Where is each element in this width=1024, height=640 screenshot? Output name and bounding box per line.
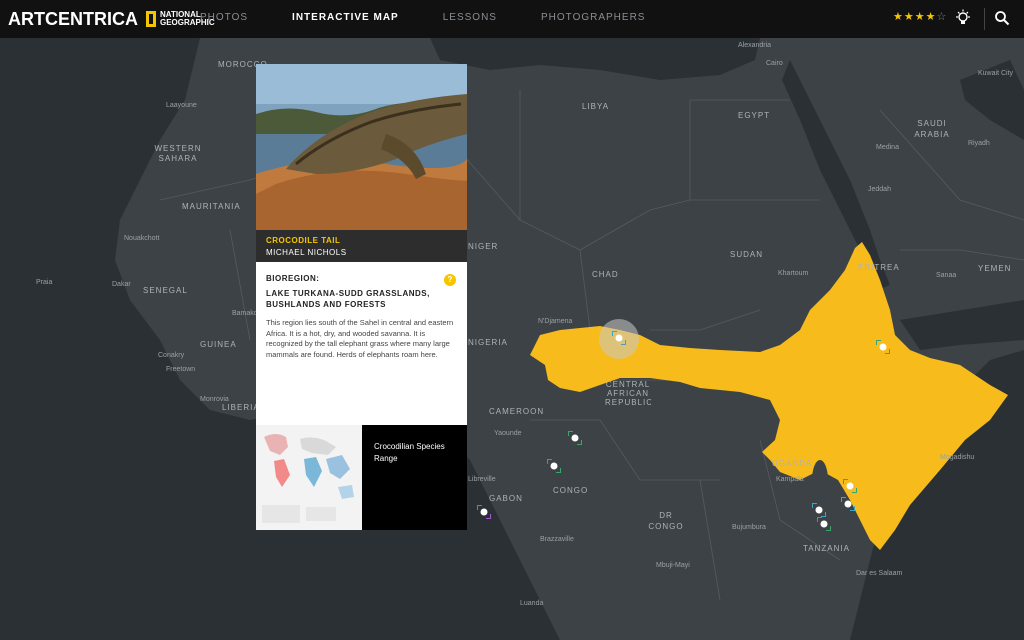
map-label-tanzania: TANZANIA: [803, 544, 850, 553]
city-dar-es-salaam: Dar es Salaam: [856, 570, 903, 577]
map-pin[interactable]: [547, 459, 561, 473]
nav-lessons[interactable]: LESSONS: [443, 12, 497, 23]
city-libreville: Libreville: [468, 476, 496, 483]
map-canvas: [0, 38, 1024, 640]
city-jeddah: Jeddah: [868, 186, 891, 193]
city-riyadh: Riyadh: [968, 140, 990, 147]
city-medina: Medina: [876, 144, 899, 151]
city-conakry: Conakry: [158, 352, 185, 359]
bioregion-label: BIOREGION:: [266, 274, 320, 283]
map-label-sudan: SUDAN: [730, 250, 764, 259]
city-freetown: Freetown: [166, 366, 196, 373]
map-pin[interactable]: [477, 505, 491, 519]
map-label-western-sahara: WESTERN SAHARA: [154, 144, 202, 163]
map-label-mauritania: MAURITANIA: [182, 202, 241, 211]
top-navigation-bar: ARTCENTRICA NATIONAL GEOGRAPHIC PHOTOS I…: [0, 0, 1024, 38]
bioregion-description: This region lies south of the Sahel in c…: [266, 318, 454, 359]
city-praia: Praia: [36, 279, 53, 286]
map-label-uganda: UGANDA: [772, 459, 813, 468]
help-icon[interactable]: ?: [444, 274, 456, 286]
species-range-map-thumbnail[interactable]: [256, 425, 362, 530]
map-label-cameroon: CAMEROON: [489, 407, 545, 416]
city-kampala: Kampala: [776, 476, 804, 483]
photo-title: CROCODILE TAIL: [266, 236, 341, 245]
city-yaounde: Yaounde: [494, 430, 522, 437]
city-laayoune: Laayoune: [166, 102, 197, 109]
artcentrica-logo[interactable]: ARTCENTRICA NATIONAL GEOGRAPHIC: [8, 8, 224, 30]
map-label-gabon: GABON: [489, 494, 523, 503]
city-dakar: Dakar: [112, 281, 131, 288]
search-icon[interactable]: [994, 10, 1010, 26]
city-monrovia: Monrovia: [200, 396, 229, 403]
nav-photographers[interactable]: PHOTOGRAPHERS: [541, 12, 646, 23]
interactive-map[interactable]: MOROCCO WESTERN SAHARA MAURITANIA SENEGA…: [0, 38, 1024, 640]
main-nav: PHOTOS INTERACTIVE MAP LESSONS PHOTOGRAP…: [200, 12, 689, 23]
map-label-eritrea: ERITREA: [858, 263, 900, 272]
crocodile-photo[interactable]: [256, 64, 467, 230]
nav-interactive-map[interactable]: INTERACTIVE MAP: [292, 12, 399, 23]
info-card: CROCODILE TAIL MICHAEL NICHOLS BIOREGION…: [256, 64, 467, 530]
lightbulb-icon[interactable]: [955, 9, 971, 27]
map-label-chad: CHAD: [592, 270, 619, 279]
natgeo-frame-icon: [146, 11, 156, 27]
city-ndjamena: N'Djamena: [538, 318, 573, 325]
bioregion-name: LAKE TURKANA-SUDD GRASSLANDS, BUSHLANDS …: [266, 289, 430, 309]
map-label-congo: CONGO: [553, 486, 589, 495]
map-label-libya: LIBYA: [582, 102, 610, 111]
thumbnail-title: Crocodilian Species Range: [374, 442, 445, 463]
map-label-senegal: SENEGAL: [143, 286, 188, 295]
map-pin[interactable]: [843, 479, 857, 493]
map-label-niger: NIGER: [468, 242, 499, 251]
map-label-saudi-arabia: SAUDI ARABIA: [914, 119, 950, 139]
logo-text: ARTCENTRICA: [8, 8, 138, 29]
rating-filled: ★★★★: [893, 11, 937, 23]
map-label-liberia: LIBERIA: [222, 403, 260, 412]
map-pin[interactable]: [817, 517, 831, 531]
rating-empty: ☆: [936, 11, 948, 23]
city-sanaa: Sanaa: [936, 272, 957, 279]
city-khartoum: Khartoum: [778, 270, 809, 277]
city-kuwait: Kuwait City: [978, 70, 1014, 77]
photographer-name: MICHAEL NICHOLS: [266, 248, 347, 257]
city-mogadishu: Mogadishu: [940, 454, 975, 461]
map-label-guinea: GUINEA: [200, 340, 237, 349]
city-nouakchott: Nouakchott: [124, 235, 160, 242]
map-label-nigeria: NIGERIA: [468, 338, 508, 347]
map-pin[interactable]: [841, 497, 855, 511]
map-label-car: CENTRAL AFRICAN REPUBLIC: [605, 380, 651, 407]
city-alexandria: Alexandria: [738, 42, 772, 49]
map-pin[interactable]: [568, 431, 582, 445]
city-bujumbura: Bujumbura: [732, 524, 766, 531]
header-divider: [984, 8, 985, 30]
map-pin-selected[interactable]: [612, 331, 626, 345]
nav-photos[interactable]: PHOTOS: [200, 12, 248, 23]
map-pin[interactable]: [812, 503, 826, 517]
map-label-dr-congo: DR CONGO: [648, 511, 684, 531]
city-bamako: Bamako: [232, 310, 258, 317]
photo-caption: CROCODILE TAIL MICHAEL NICHOLS: [256, 230, 467, 262]
thumbnail-label-panel[interactable]: Crocodilian Species Range: [362, 425, 467, 530]
city-cairo: Cairo: [766, 60, 783, 67]
rating-stars[interactable]: ★★★★☆: [893, 10, 947, 23]
city-luanda: Luanda: [520, 600, 544, 607]
city-mbuji-mayi: Mbuji-Mayi: [656, 562, 690, 569]
map-label-egypt: EGYPT: [738, 111, 771, 120]
map-label-yemen: YEMEN: [978, 264, 1012, 273]
city-brazzaville: Brazzaville: [540, 536, 574, 543]
map-pin[interactable]: [876, 340, 890, 354]
